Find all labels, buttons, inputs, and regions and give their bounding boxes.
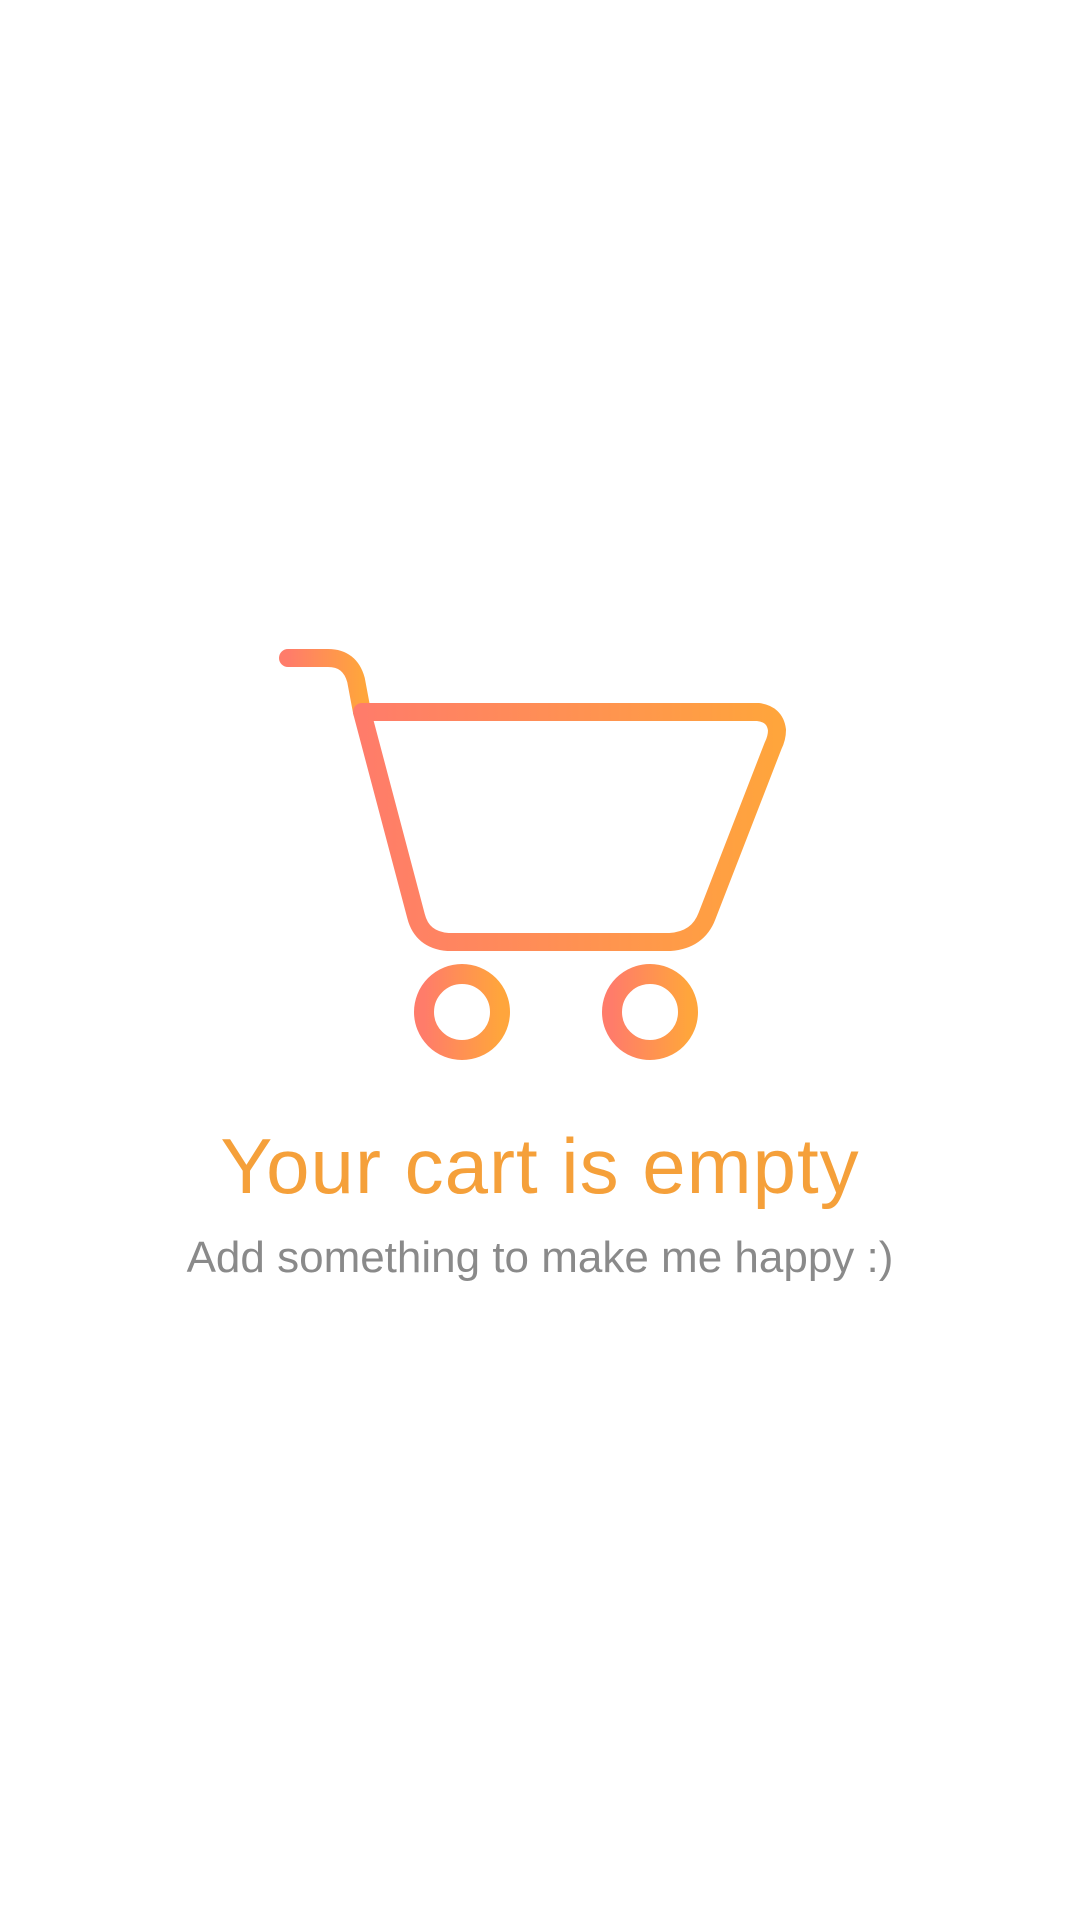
shopping-cart-icon [270,630,810,1100]
empty-cart-subtitle: Add something to make me happy :) [186,1233,894,1282]
cart-basket [353,703,786,951]
cart-wheel-left [414,964,510,1060]
empty-cart-title: Your cart is empty [220,1122,860,1210]
empty-cart-screen: Your cart is empty Add something to make… [0,0,1080,1920]
cart-wheel-right [602,964,698,1060]
cart-handle [279,649,371,721]
